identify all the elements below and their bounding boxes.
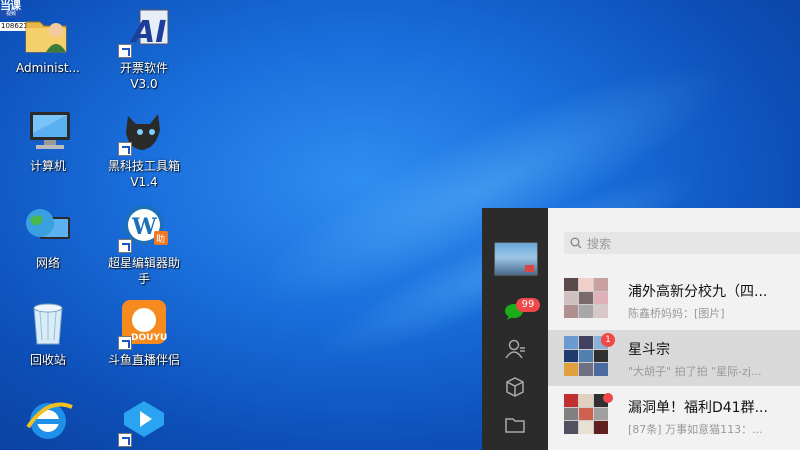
svg-text:W: W: [131, 214, 157, 240]
cube-icon[interactable]: [504, 376, 526, 398]
toolbox-cat-icon: [118, 106, 170, 156]
douyu-icon: DOUYU: [118, 300, 170, 350]
icon-label: 开票软件 V3.0: [119, 61, 168, 91]
desktop-icon-internet-explorer[interactable]: [0, 397, 96, 449]
desktop-icon-invoice-software[interactable]: AI 开票软件 V3.0: [96, 8, 192, 92]
icon-label: 斗鱼直播伴侣: [107, 353, 180, 367]
shortcut-arrow-icon: [118, 142, 132, 156]
group-avatar: [564, 278, 608, 318]
wordpress-helper-icon: W 助: [118, 203, 170, 253]
icon-label: Administ...: [16, 61, 80, 75]
wechat-sidebar: 99: [482, 208, 548, 450]
shortcut-arrow-icon: [118, 336, 132, 350]
shortcut-arrow-icon: [118, 433, 132, 447]
icon-label: 黑科技工具箱 V1.4: [107, 159, 180, 189]
svg-text:AI: AI: [130, 15, 166, 50]
shortcut-arrow-icon: [118, 44, 132, 58]
folder-icon[interactable]: [504, 414, 526, 436]
desktop-icon-black-tech-toolbox[interactable]: 黑科技工具箱 V1.4: [96, 106, 192, 190]
search-icon: [570, 237, 582, 249]
desktop-icon-computer[interactable]: 计算机: [0, 106, 96, 174]
desktop-icon-recycle-bin[interactable]: 回收站: [0, 300, 96, 368]
chat-preview: "大胡子" 拍了拍 "星际-zj...: [628, 365, 762, 378]
recycle-bin-icon: [22, 300, 74, 350]
icon-label: 网络: [35, 256, 60, 270]
wechat-window: 99 搜索 浦外高新分校九（四... 陈鑫桥妈妈：[图片] 1 星斗宗 "大胡子…: [482, 208, 800, 450]
unread-count-badge: 99: [516, 298, 540, 312]
svg-text:助: 助: [156, 233, 165, 245]
desktop-icon-network[interactable]: 网络: [0, 203, 96, 271]
chat-list-item-selected[interactable]: 1 星斗宗 "大胡子" 拍了拍 "星际-zj...: [548, 330, 800, 386]
my-avatar[interactable]: [494, 242, 538, 276]
unread-dot: [603, 393, 613, 403]
unread-badge: 1: [601, 333, 615, 347]
desktop-icon-administrator[interactable]: Administ...: [0, 8, 96, 76]
chat-list-item[interactable]: 漏洞单！福利D41群... [87条] 万事如意猫113：...: [548, 388, 800, 444]
desktop-icon-tencent-classroom[interactable]: [96, 397, 192, 449]
internet-explorer-icon: [22, 397, 74, 447]
user-folder-icon: [22, 8, 74, 58]
svg-text:DOUYU: DOUYU: [131, 333, 167, 343]
contacts-icon[interactable]: [504, 338, 526, 360]
desktop-icon-douyu-companion[interactable]: DOUYU 斗鱼直播伴侣: [96, 300, 192, 368]
search-placeholder: 搜索: [587, 236, 612, 251]
search-bar[interactable]: 搜索: [564, 232, 800, 254]
invoice-app-icon: AI: [118, 8, 170, 58]
group-avatar: [564, 394, 608, 434]
wechat-chat-list: 搜索 浦外高新分校九（四... 陈鑫桥妈妈：[图片] 1 星斗宗 "大胡子" 拍…: [548, 208, 800, 450]
chat-name: 星斗宗: [628, 342, 670, 358]
chat-preview: [87条] 万事如意猫113：...: [628, 423, 763, 436]
chat-name: 浦外高新分校九（四...: [628, 284, 768, 300]
chat-list-item[interactable]: 浦外高新分校九（四... 陈鑫桥妈妈：[图片]: [548, 272, 800, 328]
chat-name: 漏洞单！福利D41群...: [628, 400, 768, 416]
icon-label: 计算机: [29, 159, 66, 173]
computer-icon: [22, 106, 74, 156]
tencent-classroom-icon: [118, 397, 170, 447]
icon-label: 超星编辑器助 手: [107, 256, 180, 286]
icon-label: 回收站: [29, 353, 66, 367]
shortcut-arrow-icon: [118, 239, 132, 253]
desktop-icon-superstar-editor[interactable]: W 助 超星编辑器助 手: [96, 203, 192, 287]
chat-preview: 陈鑫桥妈妈：[图片]: [628, 307, 725, 320]
network-globe-icon: [22, 203, 74, 253]
